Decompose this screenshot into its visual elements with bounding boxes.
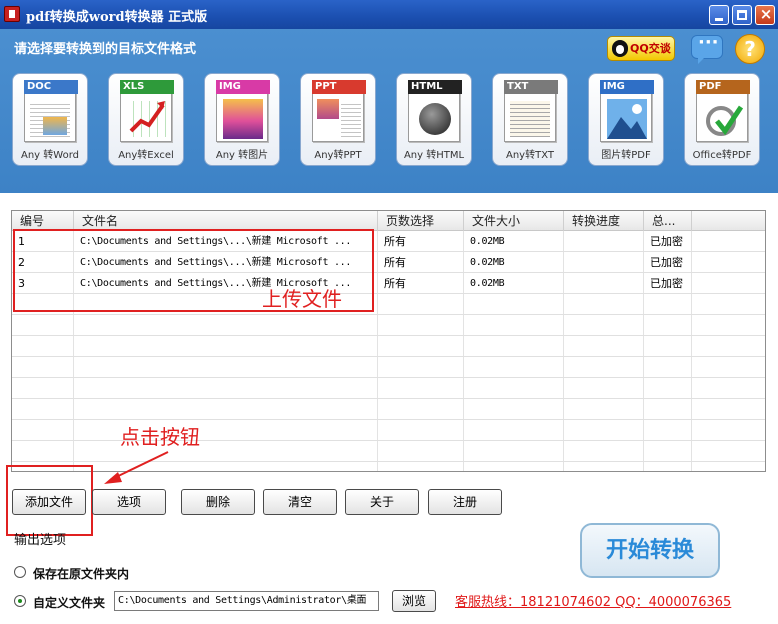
delete-button[interactable]: 删除 (181, 489, 255, 515)
close-button[interactable]: × (755, 5, 775, 25)
tile-office-to-pdf[interactable]: PDF Office转PDF (684, 73, 760, 166)
chat-bubble-icon[interactable] (691, 32, 723, 64)
browse-button[interactable]: 浏览 (392, 590, 436, 612)
help-icon[interactable]: ? (735, 34, 765, 64)
col-progress[interactable]: 转换进度 (564, 211, 644, 231)
table-row-empty (12, 315, 765, 336)
col-total[interactable]: 总... (644, 211, 692, 231)
title-bar: pdf转换成word转换器 正式版 × (0, 0, 778, 29)
html-file-icon: HTML (408, 80, 462, 142)
col-number[interactable]: 编号 (12, 211, 74, 231)
table-row-empty (12, 378, 765, 399)
table-row-empty (12, 399, 765, 420)
table-header: 编号 文件名 页数选择 文件大小 转换进度 总... (12, 211, 765, 231)
tile-image-to-pdf[interactable]: IMG 图片转PDF (588, 73, 664, 166)
upload-annotation: 上传文件 (262, 287, 342, 311)
about-button[interactable]: 关于 (345, 489, 419, 515)
save-original-folder-radio[interactable] (14, 566, 26, 578)
tile-any-to-image[interactable]: IMG Any 转图片 (204, 73, 280, 166)
pdf-file-icon: PDF (696, 80, 750, 142)
col-filename[interactable]: 文件名 (74, 211, 378, 231)
format-header: 请选择要转换到的目标文件格式 QQ交谈 ? DOC Any 转Word XLS … (0, 29, 778, 193)
img-file-icon: IMG (216, 80, 270, 142)
tile-any-to-ppt[interactable]: PPT Any转PPT (300, 73, 376, 166)
minimize-button[interactable] (709, 5, 729, 25)
maximize-button[interactable] (732, 5, 752, 25)
col-page-range[interactable]: 页数选择 (378, 211, 464, 231)
qq-chat-button[interactable]: QQ交谈 (607, 36, 675, 61)
add-file-button[interactable]: 添加文件 (12, 489, 86, 515)
doc-file-icon: DOC (24, 80, 78, 142)
tile-any-to-txt[interactable]: TXT Any转TXT (492, 73, 568, 166)
xls-file-icon: XLS (120, 80, 174, 142)
app-icon (4, 6, 20, 22)
tile-any-to-excel[interactable]: XLS Any转Excel (108, 73, 184, 166)
support-hotline-link[interactable]: 客服热线：18121074602 QQ：4000076365 (455, 591, 731, 610)
output-options-label: 输出选项 (14, 533, 67, 548)
save-original-folder-label[interactable]: 保存在原文件夹内 (33, 565, 129, 582)
tile-any-to-html[interactable]: HTML Any 转HTML (396, 73, 472, 166)
img-pdf-file-icon: IMG (600, 80, 654, 142)
format-prompt: 请选择要转换到的目标文件格式 (14, 42, 197, 57)
col-file-size[interactable]: 文件大小 (464, 211, 564, 231)
custom-folder-radio[interactable] (14, 595, 26, 607)
txt-file-icon: TXT (504, 80, 558, 142)
ppt-file-icon: PPT (312, 80, 366, 142)
options-button[interactable]: 选项 (92, 489, 166, 515)
window-title: pdf转换成word转换器 正式版 (26, 10, 208, 25)
table-row-empty (12, 357, 765, 378)
qq-penguin-icon (612, 40, 628, 57)
start-convert-button[interactable]: 开始转换 (580, 523, 720, 578)
output-path-field[interactable]: C:\Documents and Settings\Administrator\… (114, 591, 379, 611)
register-button[interactable]: 注册 (428, 489, 502, 515)
clear-button[interactable]: 清空 (263, 489, 337, 515)
tile-any-to-word[interactable]: DOC Any 转Word (12, 73, 88, 166)
table-row-empty (12, 336, 765, 357)
arrow-annotation-icon (104, 451, 169, 484)
click-annotation: 点击按钮 (120, 425, 200, 449)
custom-folder-label[interactable]: 自定义文件夹 (33, 594, 105, 611)
